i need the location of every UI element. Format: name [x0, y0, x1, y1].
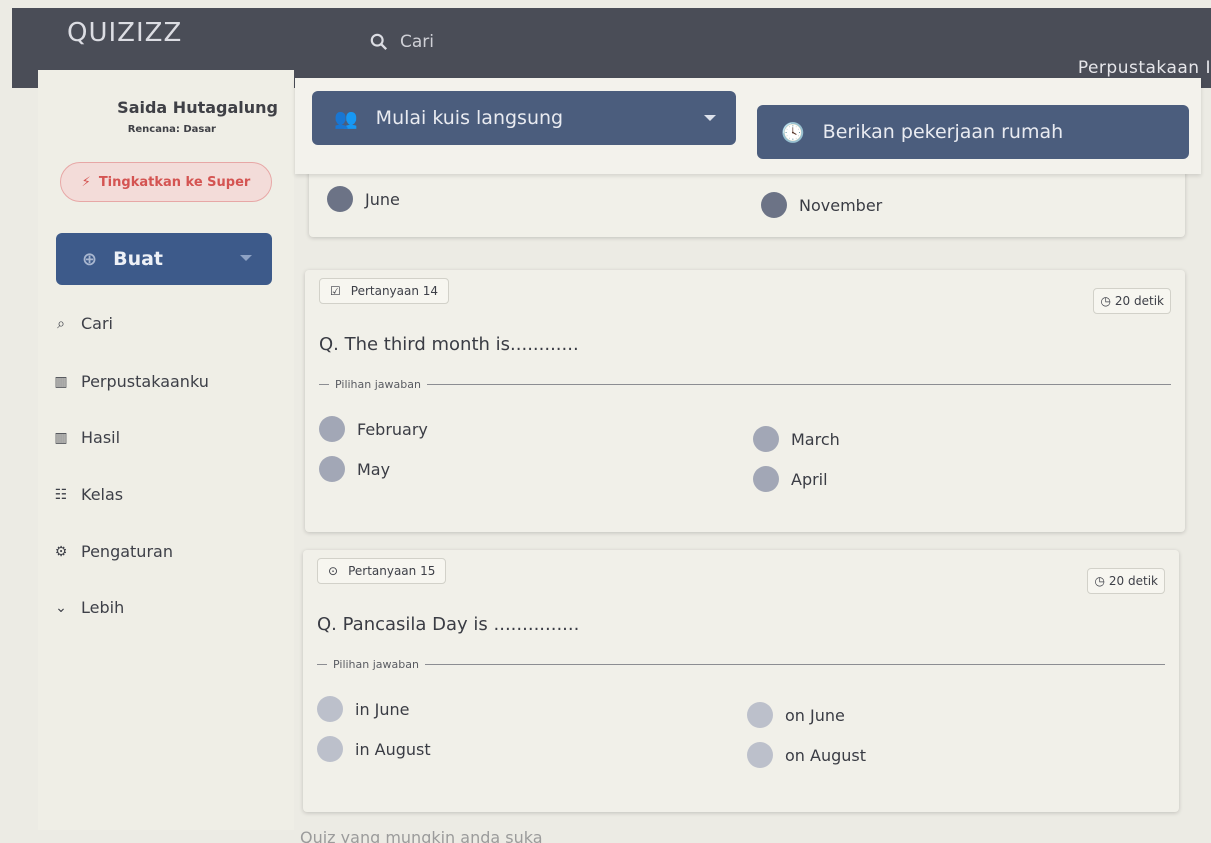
choices-label: Pilihan jawaban [333, 658, 419, 671]
clock-icon: ◷ [1094, 574, 1105, 588]
choices-divider: Pilihan jawaban [317, 658, 1165, 671]
timer-badge: ◷ 20 detik [1093, 288, 1171, 314]
question-badge: ⊙ Pertanyaan 15 [317, 558, 447, 584]
start-live-quiz-button[interactable]: 👥 Mulai kuis langsung [312, 91, 736, 145]
choices-divider: Pilihan jawaban [319, 378, 1171, 391]
answer-option: May [319, 456, 390, 482]
clock-icon: ◷ [1100, 294, 1111, 308]
answer-option: June [327, 186, 400, 212]
option-text: June [365, 189, 400, 209]
sidebar: Saida Hutagalung Rencana: Dasar ⚡ Tingka… [38, 70, 294, 830]
answer-option: February [319, 416, 428, 442]
option-text: February [357, 419, 428, 439]
clock-icon: 🕓 [781, 121, 805, 144]
option-text: November [799, 195, 883, 215]
option-text: April [791, 469, 828, 489]
answer-option: November [761, 192, 882, 218]
question-card-15: ⊙ Pertanyaan 15 ◷ 20 detik Q. Pancasila … [303, 550, 1179, 812]
answer-option: in June [317, 696, 410, 722]
user-name[interactable]: Saida Hutagalung [38, 98, 278, 117]
search-box[interactable]: Cari [370, 32, 434, 52]
option-text: in August [355, 739, 431, 759]
option-marker [319, 456, 345, 482]
sidebar-item-classes[interactable]: ☷ Kelas [53, 485, 123, 504]
sidebar-item-label: Perpustakaanku [81, 372, 209, 391]
option-text: May [357, 459, 391, 479]
sidebar-item-label: Lebih [81, 598, 125, 617]
timer-value: 20 detik [1114, 294, 1164, 308]
library-icon: ▥ [54, 373, 68, 390]
question-text: Q. The third month is............ [319, 334, 579, 355]
caret-down-icon [704, 115, 716, 121]
option-text: in June [355, 699, 410, 719]
sidebar-item-settings[interactable]: ⚙ Pengaturan [53, 542, 173, 561]
lightning-icon: ⚡ [81, 174, 91, 190]
radio-icon: ⊙ [328, 564, 339, 578]
question-number: Pertanyaan 14 [350, 284, 439, 298]
sidebar-item-label: Hasil [81, 428, 121, 447]
live-quiz-label: Mulai kuis langsung [375, 107, 564, 129]
sidebar-item-label: Kelas [81, 485, 124, 504]
main-content: June November 👥 Mulai kuis langsung 🕓 Be… [295, 70, 1211, 843]
option-text: on June [785, 705, 845, 725]
sidebar-item-more[interactable]: ⌄ Lebih [53, 598, 124, 617]
create-label: Buat [113, 248, 164, 270]
checkbox-icon: ☑ [330, 284, 341, 298]
user-plan: Rencana: Dasar [127, 124, 216, 135]
upgrade-label: Tingkatkan ke Super [98, 174, 251, 190]
choices-label: Pilihan jawaban [335, 378, 421, 391]
sidebar-item-label: Cari [81, 314, 113, 333]
option-marker [753, 426, 779, 452]
question-card-14: ☑ Pertanyaan 14 ◷ 20 detik Q. The third … [305, 270, 1185, 532]
answer-option: March [753, 426, 840, 452]
action-bar: 👥 Mulai kuis langsung 🕓 Berikan pekerjaa… [295, 78, 1201, 174]
create-button[interactable]: ⊕ Buat [56, 233, 272, 285]
option-marker [747, 742, 773, 768]
question-number: Pertanyaan 15 [348, 564, 436, 578]
answer-option: April [753, 466, 828, 492]
sidebar-item-cari[interactable]: ⌕ Cari [53, 314, 113, 333]
plus-circle-icon: ⊕ [82, 248, 98, 270]
class-icon: ☷ [54, 486, 68, 503]
option-marker [317, 696, 343, 722]
users-icon: 👥 [334, 107, 358, 130]
caret-down-icon [240, 255, 252, 261]
sidebar-item-label: Pengaturan [81, 542, 173, 561]
answer-option: in August [317, 736, 431, 762]
question-text: Q. Pancasila Day is ............... [317, 614, 580, 635]
option-marker [753, 466, 779, 492]
assign-homework-button[interactable]: 🕓 Berikan pekerjaan rumah [757, 105, 1189, 159]
search-icon [370, 33, 388, 51]
homework-label: Berikan pekerjaan rumah [822, 121, 1064, 143]
search-icon: ⌕ [57, 315, 65, 332]
recommended-quizzes-heading: Quiz yang mungkin anda suka [300, 828, 543, 843]
quizizz-logo[interactable]: QUIZIZZ [67, 18, 182, 48]
option-text: on August [785, 745, 867, 765]
upgrade-button[interactable]: ⚡ Tingkatkan ke Super [60, 162, 272, 202]
search-input[interactable]: Cari [400, 32, 434, 52]
option-text: March [791, 429, 840, 449]
option-marker [747, 702, 773, 728]
results-icon: ▥ [54, 429, 68, 446]
settings-icon: ⚙ [54, 543, 68, 560]
chevron-down-icon: ⌄ [55, 599, 67, 616]
option-marker [319, 416, 345, 442]
timer-value: 20 detik [1108, 574, 1158, 588]
timer-badge: ◷ 20 detik [1087, 568, 1165, 594]
sidebar-item-results[interactable]: ▥ Hasil [53, 428, 120, 447]
answer-option: on June [747, 702, 845, 728]
question-badge: ☑ Pertanyaan 14 [319, 278, 450, 304]
answer-option: on August [747, 742, 866, 768]
sidebar-item-library[interactable]: ▥ Perpustakaanku [53, 372, 209, 391]
option-marker [317, 736, 343, 762]
option-marker [761, 192, 787, 218]
option-marker [327, 186, 353, 212]
